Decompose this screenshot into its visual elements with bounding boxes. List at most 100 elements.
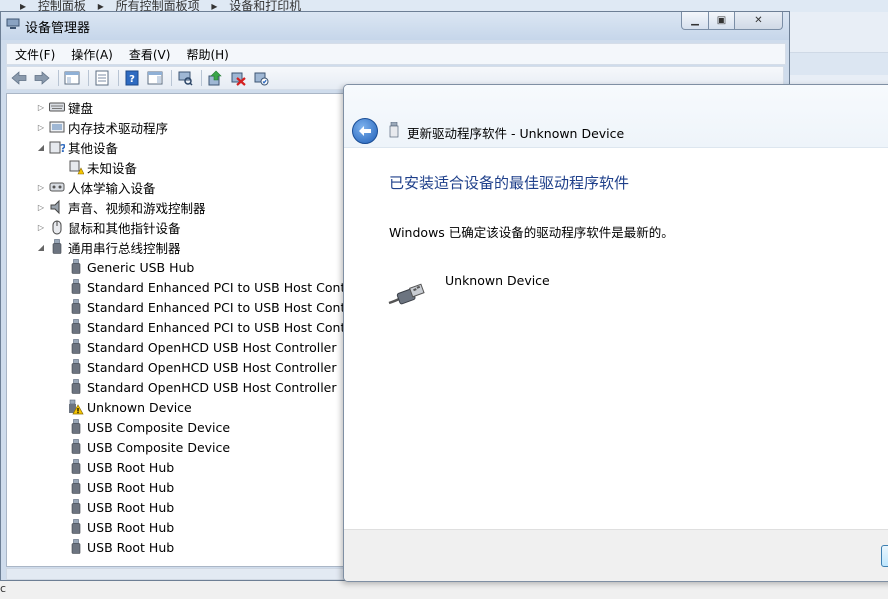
svg-text:?: ? [60,142,65,155]
tree-device-item[interactable]: USB Root Hub [55,477,174,497]
tree-item-label: Standard Enhanced PCI to USB Host Contro… [87,299,345,315]
close-icon: ✕ [754,15,763,26]
tree-device-item[interactable]: Standard Enhanced PCI to USB Host Contro… [55,297,345,317]
disable-device-icon [254,72,269,86]
tree-item-label: 未知设备 [87,160,138,176]
device-manager-icon [6,18,20,29]
hid-icon [49,179,65,195]
mouse-icon [49,219,65,235]
tree-item-label: Standard Enhanced PCI to USB Host Contro… [87,279,345,295]
dialog-device-name: Unknown Device [445,273,550,288]
memory-device-icon [49,119,65,135]
action-pane-icon [147,71,163,85]
scan-hardware-button[interactable] [175,68,195,88]
usb-plug-icon [68,279,84,295]
update-driver-icon [208,70,222,86]
svg-text:?: ? [129,74,135,85]
usb-plug-icon [68,379,84,395]
expanded-arrow-icon[interactable]: ◢ [36,242,46,252]
keyboard-icon [49,99,65,115]
tree-item-label: 其他设备 [68,140,119,156]
tree-category[interactable]: ▷ 人体学输入设备 [36,177,156,197]
collapsed-arrow-icon[interactable]: ▷ [36,222,46,232]
usb-cable-icon [388,283,425,305]
usb-plug-icon [68,359,84,375]
warning-icon [68,399,84,415]
action-pane-button[interactable] [145,68,165,88]
tree-device-item[interactable]: Unknown Device [55,397,192,417]
back-button[interactable] [9,68,29,88]
help-button[interactable]: ? [122,68,142,88]
disable-device-button[interactable] [251,68,271,88]
tree-device-item[interactable]: Standard Enhanced PCI to USB Host Contro… [55,317,345,337]
properties-button[interactable] [92,68,112,88]
usb-plug-icon [68,539,84,555]
tree-category[interactable]: ▷ 鼠标和其他指针设备 [36,217,181,237]
maximize-button[interactable]: ▣ [709,12,735,30]
collapsed-arrow-icon[interactable]: ▷ [36,102,46,112]
tree-category[interactable]: ▷ 声音、视频和游戏控制器 [36,197,206,217]
uninstall-button[interactable] [228,68,248,88]
minimize-button[interactable]: ▁ [681,12,709,30]
tree-item-label: Standard OpenHCD USB Host Controller [87,339,337,355]
tree-device-item[interactable]: Standard OpenHCD USB Host Controller [55,377,337,397]
dialog-description: Windows 已确定该设备的驱动程序软件是最新的。 [389,225,674,240]
tree-item-label: USB Root Hub [87,519,175,535]
expanded-arrow-icon[interactable]: ◢ [36,142,46,152]
dialog-back-button[interactable] [352,118,378,144]
title-bar[interactable]: 设备管理器 ▁ ▣ ✕ [1,12,789,40]
tree-category[interactable]: ◢?其他设备 [36,137,118,157]
dialog-heading: 已安装适合设备的最佳驱动程序软件 [389,174,630,192]
tree-item-label: USB Composite Device [87,419,231,435]
menu-help[interactable]: 帮助(H) [178,46,236,63]
menu-view[interactable]: 查看(V) [121,46,179,63]
tree-item-label: Unknown Device [87,399,192,415]
back-arrow-icon [11,71,27,85]
tree-item-label: Standard OpenHCD USB Host Controller [87,359,337,375]
tree-device-item[interactable]: Standard OpenHCD USB Host Controller [55,357,337,377]
usb-plug-icon [68,339,84,355]
tree-item-label: USB Root Hub [87,459,175,475]
tree-device-item[interactable]: USB Root Hub [55,497,174,517]
scan-hardware-icon [178,71,193,86]
tree-category[interactable]: ▷ 内存技术驱动程序 [36,117,168,137]
tree-device-item[interactable]: Standard Enhanced PCI to USB Host Contro… [55,277,345,297]
tree-device-item[interactable]: Standard OpenHCD USB Host Controller [55,337,337,357]
usb-plug-icon [68,259,84,275]
menu-action[interactable]: 操作(A) [63,46,121,63]
tree-device-item[interactable]: USB Root Hub [55,537,174,557]
tree-device-item[interactable]: USB Composite Device [55,437,230,457]
tree-item-label: 通用串行总线控制器 [68,240,181,256]
tree-item-label: Standard OpenHCD USB Host Controller [87,379,337,395]
uninstall-icon [231,72,246,86]
console-tree-button[interactable] [62,68,82,88]
tree-category[interactable]: ◢ 通用串行总线控制器 [36,237,181,257]
tree-device-item[interactable]: Generic USB Hub [55,257,194,277]
menu-file[interactable]: 文件(F) [7,46,63,63]
collapsed-arrow-icon[interactable]: ▷ [36,202,46,212]
forward-button[interactable] [32,68,52,88]
tree-item-label: USB Root Hub [87,539,175,555]
tree-item-label: 内存技术驱动程序 [68,120,169,136]
toolbar-separator [88,70,89,86]
background-strip [790,52,888,75]
background-bottom: c [0,580,888,599]
collapsed-arrow-icon[interactable]: ▷ [36,182,46,192]
tree-device-item[interactable]: USB Root Hub [55,457,174,477]
update-driver-button[interactable] [205,68,225,88]
close-dialog-button[interactable] [881,545,888,567]
tree-device-item[interactable]: USB Root Hub [55,517,174,537]
usb-plug-icon [68,439,84,455]
console-tree-icon [64,71,80,85]
tree-device-item[interactable]: USB Composite Device [55,417,230,437]
tree-category[interactable]: ▷ 键盘 [36,97,93,117]
caption-buttons: ▁ ▣ ✕ [681,12,783,32]
tree-item-label: Standard Enhanced PCI to USB Host Contro… [87,319,345,335]
tree-device-item[interactable]: 未知设备 [55,157,137,177]
toolbar-separator [171,70,172,86]
close-button[interactable]: ✕ [735,12,783,30]
device-tree[interactable]: ▷键盘▷内存技术驱动程序◢?其他设备未知设备▷人体学输入设备▷声音、视频和游戏控… [6,93,346,567]
forward-arrow-icon [34,71,50,85]
back-arrow-icon [359,126,371,136]
collapsed-arrow-icon[interactable]: ▷ [36,122,46,132]
